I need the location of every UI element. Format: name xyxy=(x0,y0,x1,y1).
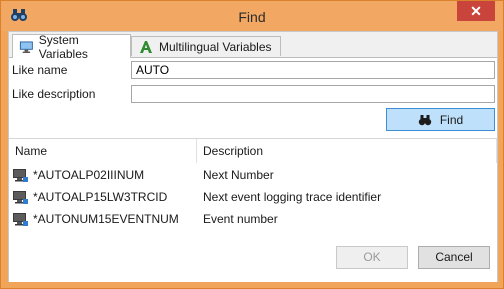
table-row[interactable]: *AUTOALP02IIINUM Next Number xyxy=(9,164,497,186)
font-a-icon xyxy=(140,40,152,53)
like-description-label: Like description xyxy=(12,87,96,101)
like-name-input[interactable] xyxy=(131,61,495,79)
ok-button[interactable]: OK xyxy=(336,246,408,269)
monitor-icon xyxy=(19,40,33,53)
row-description: Next Number xyxy=(203,168,274,182)
find-dialog: Find ✕ System Variables Multilingual Var… xyxy=(0,0,504,289)
variable-icon xyxy=(13,169,28,182)
column-header-description[interactable]: Description xyxy=(197,139,497,163)
tab-label: Multilingual Variables xyxy=(159,39,272,54)
variable-icon xyxy=(13,191,28,204)
table-row[interactable]: *AUTONUM15EVENTNUM Event number xyxy=(9,208,497,230)
like-name-label: Like name xyxy=(12,63,68,77)
like-description-input[interactable] xyxy=(131,85,495,103)
system-variables-panel: Like name Like description Find Name Des… xyxy=(9,57,497,282)
find-button[interactable]: Find xyxy=(386,108,495,131)
cancel-button[interactable]: Cancel xyxy=(418,246,490,269)
tab-multilingual-variables[interactable]: Multilingual Variables xyxy=(131,36,281,56)
tab-system-variables[interactable]: System Variables xyxy=(12,32,131,61)
tab-label: System Variables xyxy=(38,32,88,61)
dialog-body: System Variables Multilingual Variables … xyxy=(8,31,498,282)
row-description: Event number xyxy=(203,212,278,226)
row-name: *AUTONUM15EVENTNUM xyxy=(33,212,179,226)
row-name: *AUTOALP15LW3TRCID xyxy=(33,190,168,204)
results-list: Name Description *AUTOALP02IIINUM Next N… xyxy=(9,138,497,229)
tab-strip: System Variables Multilingual Variables xyxy=(9,32,497,61)
row-name: *AUTOALP02IIINUM xyxy=(33,168,145,182)
row-description: Next event logging trace identifier xyxy=(203,190,382,204)
binoculars-icon xyxy=(418,114,432,125)
window-title: Find xyxy=(238,9,266,25)
variable-icon xyxy=(13,213,28,226)
close-button[interactable]: ✕ xyxy=(457,1,495,21)
column-header-name[interactable]: Name xyxy=(9,139,197,163)
table-row[interactable]: *AUTOALP15LW3TRCID Next event logging tr… xyxy=(9,186,497,208)
find-button-label: Find xyxy=(439,112,464,127)
title-bar[interactable]: Find ✕ xyxy=(1,1,503,31)
